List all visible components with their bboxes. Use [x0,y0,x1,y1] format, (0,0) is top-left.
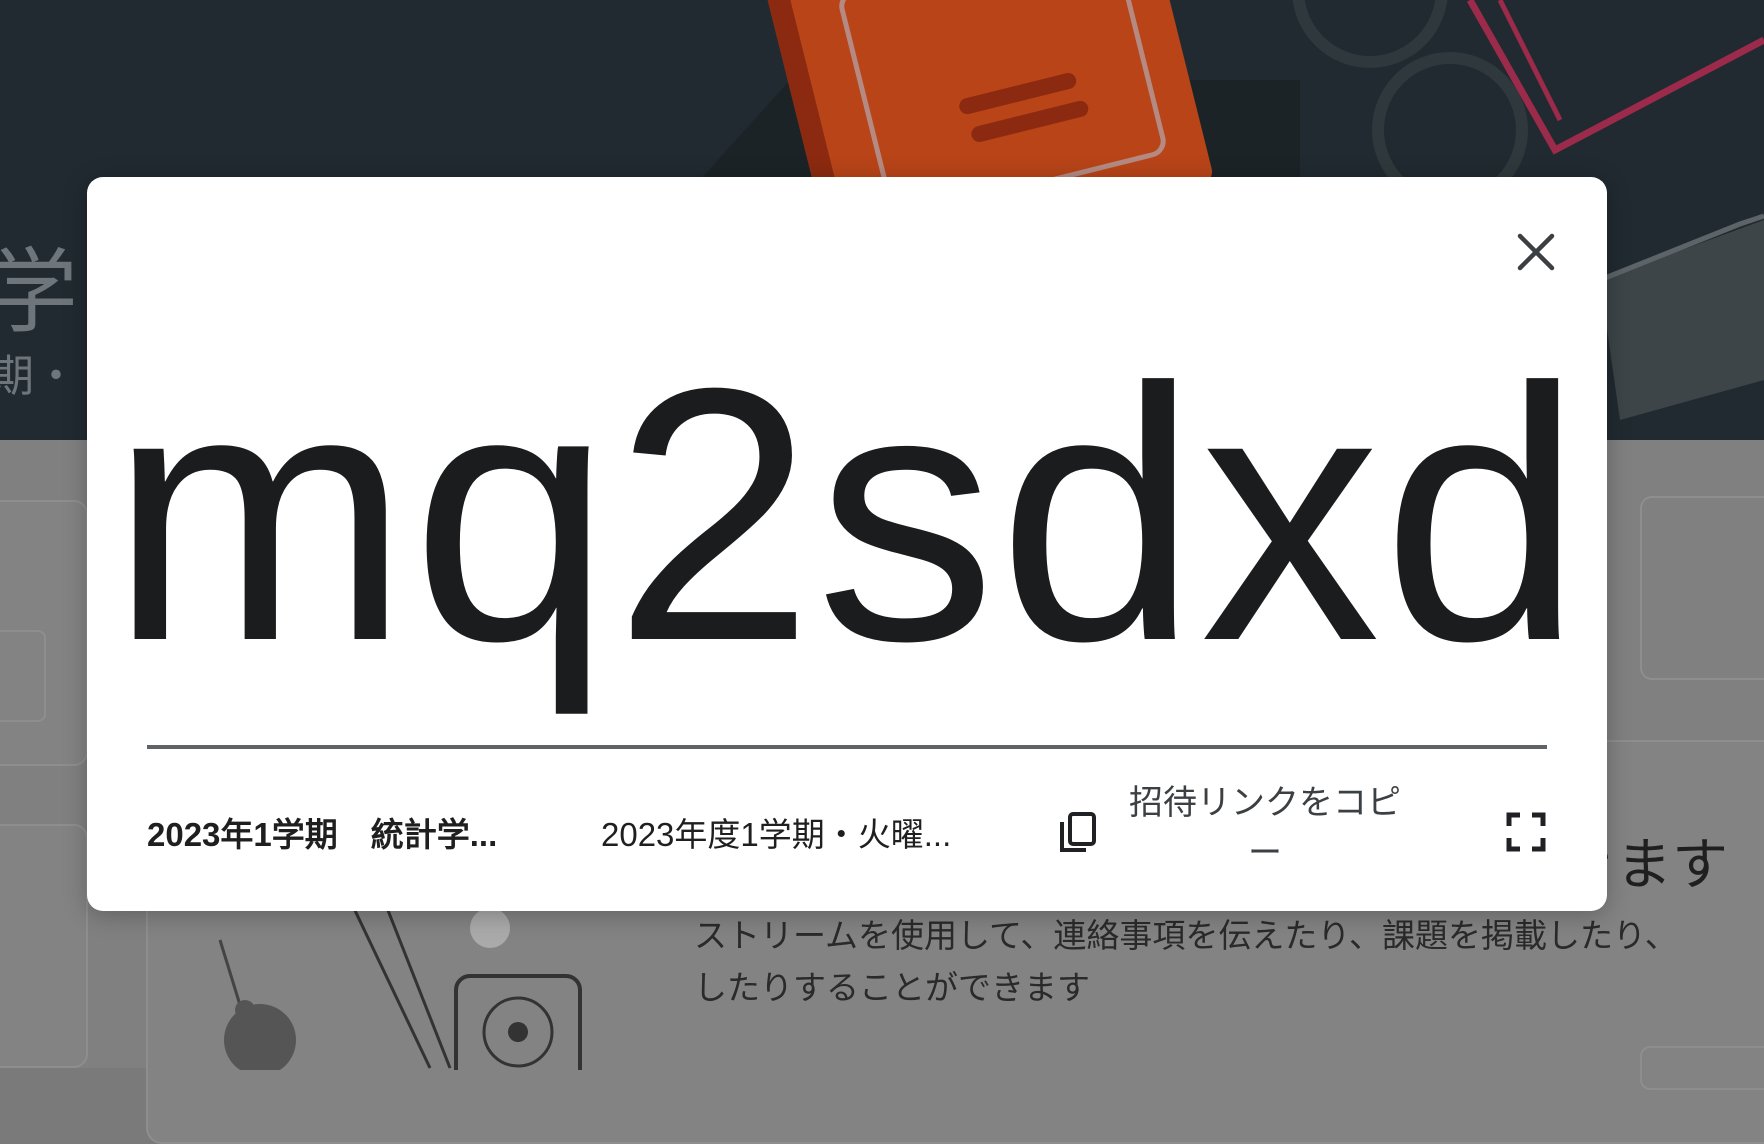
class-section: 2023年度1学期・火曜... [601,816,952,853]
class-name: 2023年1学期 統計学... [147,816,498,853]
copy-invite-link[interactable]: 招待リンクをコピー [1120,778,1410,878]
close-icon [1517,233,1555,271]
announcement-box[interactable] [1640,496,1764,680]
class-subtitle: 期・ [0,351,78,402]
bottom-action-button[interactable] [1640,1046,1764,1090]
code-field [0,630,46,722]
welcome-description: ストリームを使用して、連絡事項を伝えたり、課題を掲載したり、 したりすることがで… [694,916,1678,1007]
copy-invite-link-button[interactable] [1058,810,1098,858]
copy-icon [1060,812,1096,852]
class-title: 学 [0,239,81,346]
fullscreen-button[interactable] [1506,812,1546,856]
fullscreen-icon [1506,812,1546,852]
upcoming-card [0,824,88,1068]
divider [147,745,1547,749]
class-code: mq2sdxd [109,314,1585,716]
close-button[interactable] [1506,222,1566,282]
